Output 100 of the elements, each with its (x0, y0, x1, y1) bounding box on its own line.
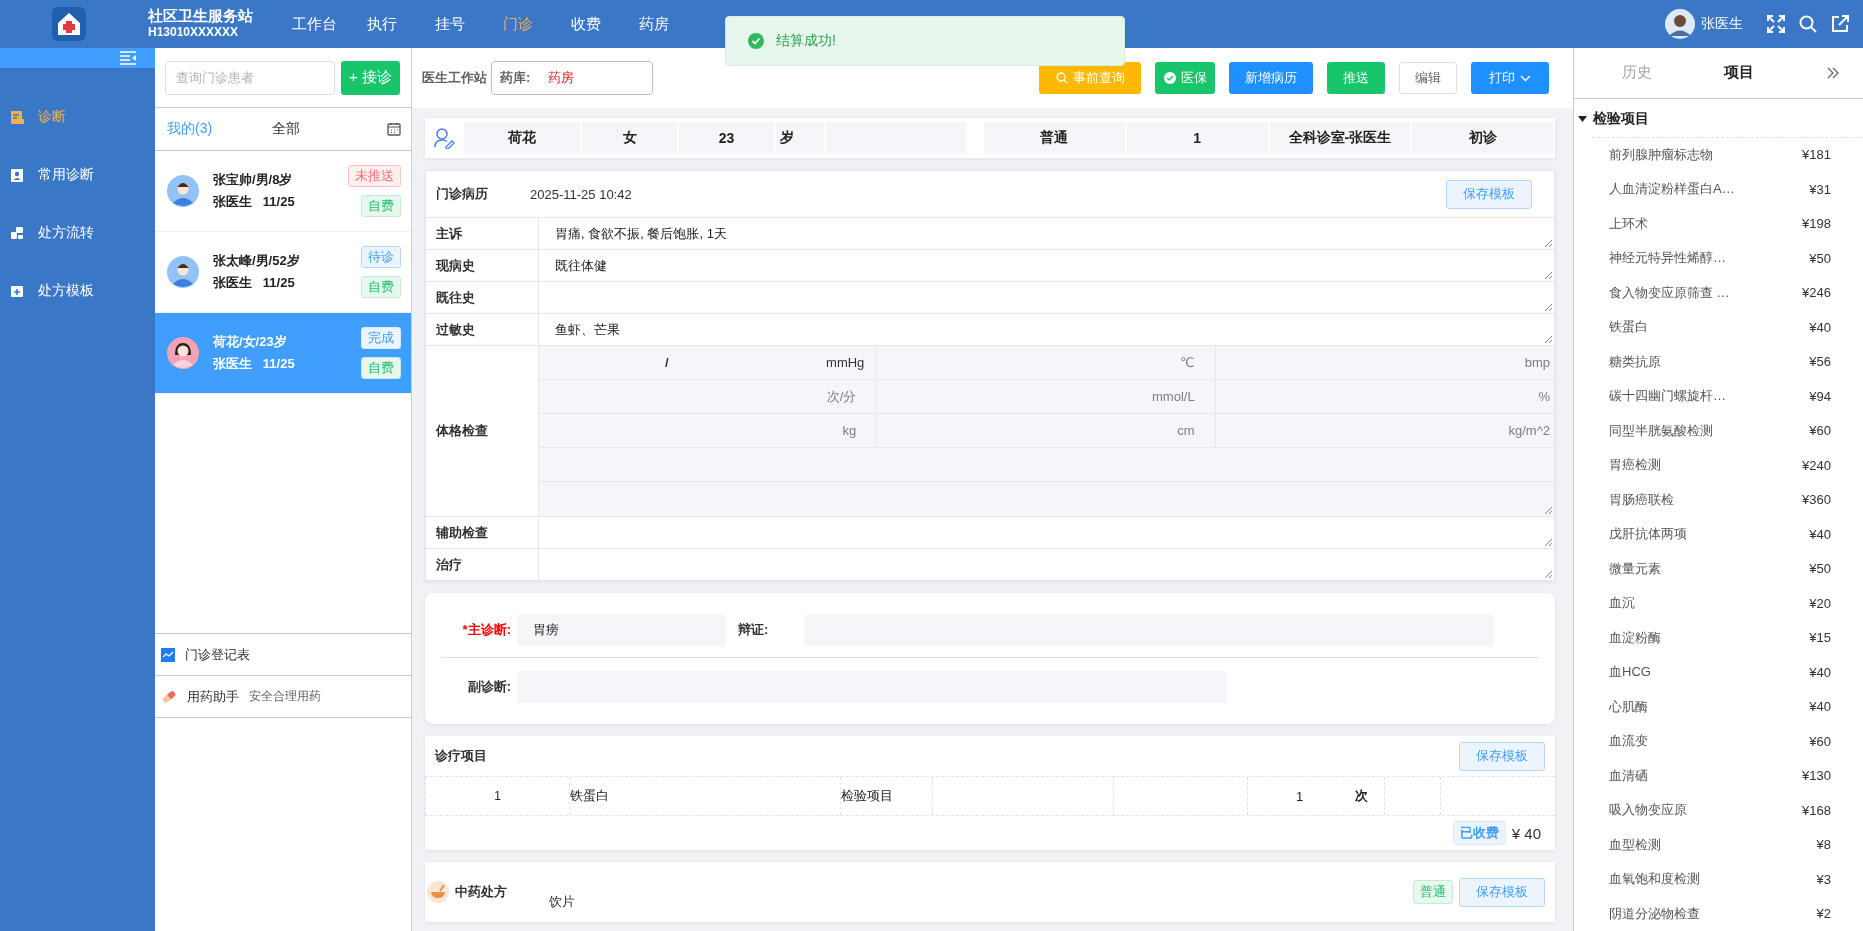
exam-input[interactable]: kg (539, 414, 878, 447)
toast-message: 结算成功! (776, 32, 836, 50)
search-icon (1055, 72, 1068, 84)
nav-tab[interactable]: 收费 (552, 14, 620, 34)
group-label: 检验项目 (1593, 109, 1649, 128)
sidebar-item[interactable]: 常用诊断 (0, 146, 155, 204)
text-field[interactable]: 胃痛, 食欲不振, 餐后饱胀, 1天 (539, 218, 1554, 250)
item-row[interactable]: 吸入物变应原 ¥168 (1574, 792, 1863, 828)
item-row[interactable]: 人血清淀粉样蛋白A… ¥31 (1574, 172, 1863, 207)
item-row[interactable]: 胃肠癌联检 ¥360 (1574, 482, 1863, 518)
mortar-icon (427, 881, 449, 903)
field-label: 现病史 (426, 250, 539, 282)
item-row[interactable]: 血型检测 ¥8 (1574, 827, 1863, 862)
item-name: 血清硒 (1609, 766, 1648, 785)
unit-label: mmol/L (1152, 389, 1195, 404)
item-row[interactable]: 糖类抗原 ¥56 (1574, 344, 1863, 380)
item-price: ¥8 (1816, 837, 1831, 853)
tool-link[interactable]: 门诊登记表 (185, 645, 250, 664)
status-tag: 待诊 (361, 246, 401, 268)
avatar-icon (1665, 9, 1695, 39)
item-row[interactable]: 心肌酶 ¥40 (1574, 689, 1863, 724)
unit-label: mmHg (826, 355, 865, 370)
nav-tab[interactable]: 挂号 (416, 14, 484, 34)
item-price: ¥3 (1816, 871, 1831, 887)
app-title: 社区卫生服务站 (148, 8, 254, 24)
section-title: 诊疗项目 (435, 747, 487, 765)
item-name: 血HCG (1609, 663, 1651, 682)
nav-tab[interactable]: 工作台 (280, 14, 348, 34)
exam-input[interactable]: 次/分 (539, 380, 878, 413)
item-name: 血氧饱和度检测 (1609, 870, 1700, 889)
pharmacy-field[interactable]: 药库: 药房 (491, 61, 653, 95)
patient-card[interactable]: 张太峰/男/52岁 张医生 11/25 待诊 自费 (155, 232, 411, 313)
check-circle-icon (748, 33, 764, 49)
unit-label: 次 (1355, 787, 1368, 805)
patient-card[interactable]: 张宝帅/男/8岁 张医生 11/25 未推送 自费 (155, 151, 411, 232)
exam-input[interactable]: cm (877, 414, 1216, 447)
unit-label: ℃ (1180, 355, 1195, 370)
section-title: 中药处方 (455, 883, 507, 901)
text-field[interactable]: 既往体健 (539, 250, 1554, 282)
item-price: ¥168 (1802, 802, 1831, 818)
exam-input[interactable]: bmp (1215, 346, 1554, 379)
diagnosis-field[interactable]: 胃痨 (517, 614, 726, 646)
item-name: 碳十四幽门螺旋杆… (1609, 387, 1726, 406)
unit-label: cm (1177, 423, 1195, 438)
sidebar-item[interactable]: 处方模板 (0, 262, 155, 320)
chart-icon (161, 647, 175, 662)
item-row[interactable]: 神经元特异性烯醇… ¥50 (1574, 241, 1863, 276)
item-row[interactable]: 戊肝抗体两项 ¥40 (1574, 517, 1863, 552)
toolbar-button[interactable]: 编辑 (1399, 62, 1457, 94)
doctor-date: 张医生 11/25 (213, 355, 295, 373)
item-row[interactable]: 前列腺肿瘤标志物 ¥181 (1574, 137, 1863, 173)
workstation-title: 医生工作站 (422, 69, 487, 87)
item-row[interactable]: 血淀粉酶 ¥15 (1574, 620, 1863, 655)
patient-age: 23 (679, 122, 774, 154)
field-value: 胃痨 (533, 621, 559, 639)
search-icon (1799, 15, 1817, 33)
item-name: 血沉 (1609, 594, 1635, 613)
table-cell: 1 (425, 777, 570, 815)
field-label: 过敏史 (426, 314, 539, 346)
item-row[interactable]: 同型半胱氨酸检测 ¥60 (1574, 413, 1863, 449)
item-row[interactable]: 血HCG ¥40 (1574, 655, 1863, 690)
nav-tab[interactable]: 执行 (348, 14, 416, 34)
panel-tab[interactable]: 项目 (1724, 63, 1754, 83)
item-row[interactable]: 胃癌检测 ¥240 (1574, 448, 1863, 483)
item-row[interactable]: 碳十四幽门螺旋杆… ¥94 (1574, 379, 1863, 414)
resize-handle-icon (1544, 335, 1552, 343)
item-row[interactable]: 铁蛋白 ¥40 (1574, 310, 1863, 345)
exam-input[interactable]: ℃ (877, 346, 1216, 379)
item-price: ¥198 (1802, 216, 1831, 232)
exam-input[interactable]: mmol/L (877, 380, 1216, 413)
user-name[interactable]: 张医生 (1701, 15, 1743, 33)
nav-tab[interactable]: 药房 (620, 14, 688, 34)
item-row[interactable]: 阴道分泌物检查 ¥2 (1574, 896, 1863, 931)
item-price: ¥40 (1809, 664, 1831, 680)
search-field[interactable]: 查询门诊患者 (165, 60, 335, 95)
patient-tab[interactable]: 全部 (272, 120, 301, 138)
item-row[interactable]: 微量元素 ¥50 (1574, 551, 1863, 587)
item-name: 胃癌检测 (1609, 456, 1661, 475)
resize-handle-icon (1544, 506, 1552, 514)
quantity: 1 (1296, 788, 1304, 804)
item-row[interactable]: 血清硒 ¥130 (1574, 758, 1863, 793)
item-row[interactable]: 血氧饱和度检测 ¥3 (1574, 861, 1863, 897)
record-datetime: 2025-11-25 10:42 (530, 186, 632, 202)
exam-input[interactable]: kg/m^2 (1215, 414, 1554, 447)
patient-name: 荷花/女/23岁 (213, 333, 288, 351)
tool-link[interactable]: 用药助手 (187, 687, 239, 706)
group-header[interactable]: 检验项目 (1574, 100, 1863, 137)
exam-input[interactable]: % (1215, 380, 1554, 413)
item-price: ¥40 (1809, 319, 1831, 335)
squares-icon (10, 225, 24, 241)
sidebar-item[interactable]: 处方流转 (0, 204, 155, 262)
item-row[interactable]: 血流变 ¥60 (1574, 723, 1863, 759)
item-row[interactable]: 血沉 ¥20 (1574, 586, 1863, 621)
exam-input[interactable]: / mmHg (539, 346, 878, 379)
pharmacy-label: 药库: (500, 69, 531, 87)
field-value: 胃痛, 食欲不振, 餐后饱胀, 1天 (555, 224, 727, 243)
check-circle-icon (1163, 72, 1176, 84)
item-price: ¥130 (1802, 768, 1831, 784)
item-row[interactable]: 食入物变应原筛查 … ¥246 (1574, 275, 1863, 311)
item-row[interactable]: 上环术 ¥198 (1574, 206, 1863, 242)
